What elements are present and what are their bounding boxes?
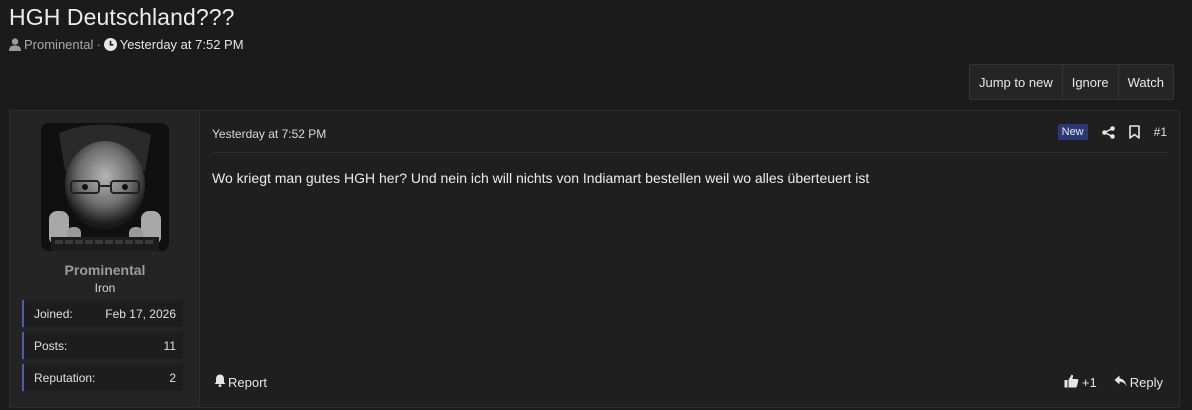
stat-posts: Posts: 11: [22, 332, 183, 359]
post: Prominental Iron Joined: Feb 17, 2026 Po…: [9, 110, 1180, 408]
bell-icon: [214, 374, 228, 390]
ignore-button[interactable]: Ignore: [1061, 65, 1118, 99]
share-icon[interactable]: [1101, 125, 1115, 139]
report-label: Report: [228, 374, 268, 390]
stat-joined-value: Feb 17, 2026: [105, 306, 176, 321]
thread-actions: Jump to new Ignore Watch: [969, 64, 1174, 100]
thread-meta: Prominental · Yesterday at 7:52 PM: [9, 37, 244, 52]
clock-icon: [103, 38, 117, 51]
reply-button[interactable]: Reply: [1114, 375, 1163, 390]
user-icon: [9, 38, 21, 51]
stat-joined-label: Joined:: [34, 306, 73, 321]
post-tools: New #1: [1057, 123, 1167, 141]
reply-label: Reply: [1129, 375, 1163, 390]
stat-posts-value[interactable]: 11: [164, 339, 176, 353]
thread-date-link[interactable]: Yesterday at 7:52 PM: [120, 37, 244, 52]
stat-reputation-label: Reputation:: [34, 370, 96, 385]
jump-to-new-button[interactable]: Jump to new: [970, 65, 1062, 99]
post-date-link[interactable]: Yesterday at 7:52 PM: [212, 127, 326, 141]
post-body: Wo kriegt man gutes HGH her? Und nein ic…: [212, 170, 870, 186]
stat-joined: Joined: Feb 17, 2026: [22, 300, 183, 327]
like-count: +1: [1081, 375, 1097, 390]
stat-reputation: Reputation: 2: [22, 364, 183, 391]
meta-separator: ·: [96, 37, 101, 52]
thread-title: HGH Deutschland???: [9, 4, 235, 30]
stat-posts-label: Posts:: [34, 338, 68, 353]
post-user-cell: Prominental Iron Joined: Feb 17, 2026 Po…: [10, 111, 200, 407]
like-button[interactable]: +1: [1064, 374, 1097, 391]
bookmark-icon[interactable]: [1128, 125, 1140, 139]
post-number-link[interactable]: #1: [1154, 125, 1167, 139]
stat-reputation-value: 2: [169, 370, 176, 385]
reply-icon: [1114, 375, 1130, 390]
post-divider: [212, 152, 1168, 153]
avatar[interactable]: [41, 123, 169, 251]
post-actions: +1 Reply: [1064, 374, 1163, 391]
user-title: Iron: [94, 281, 116, 295]
post-username[interactable]: Prominental: [10, 262, 200, 278]
watch-button[interactable]: Watch: [1117, 65, 1173, 99]
report-button[interactable]: Report: [214, 374, 267, 390]
post-main: Yesterday at 7:52 PM New #1 Wo kriegt ma…: [201, 111, 1179, 407]
thread-author-link[interactable]: Prominental: [24, 37, 93, 52]
new-badge: New: [1057, 124, 1088, 140]
thumbs-up-icon: [1064, 374, 1082, 391]
